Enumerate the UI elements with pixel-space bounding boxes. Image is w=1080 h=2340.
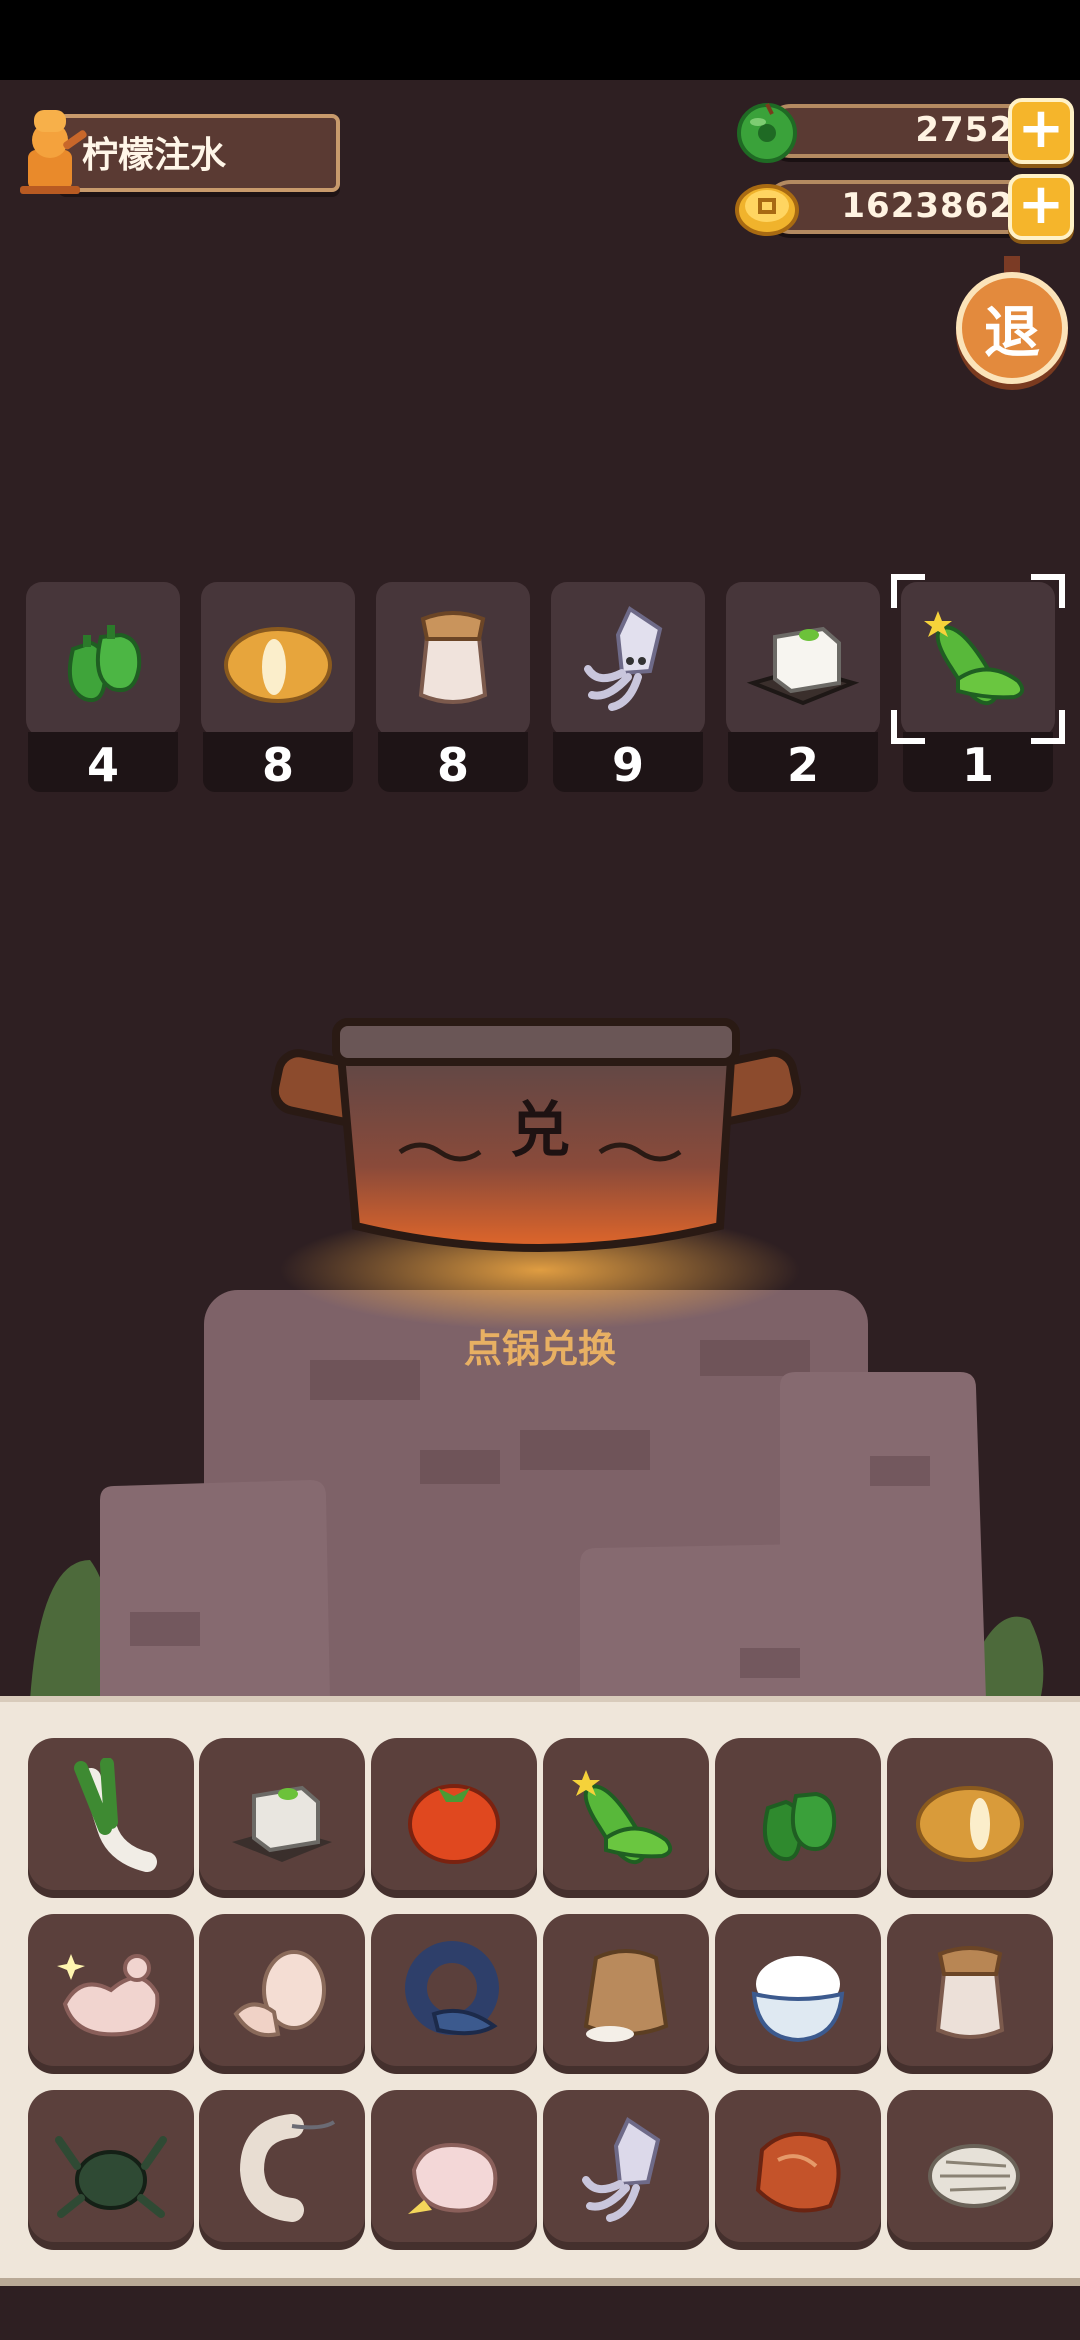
- squid-icon: [582, 2117, 661, 2222]
- slot-count: 8: [261, 738, 294, 792]
- tofu-icon: [232, 1785, 332, 1862]
- inventory-item-cucumber[interactable]: [543, 1738, 709, 1898]
- clam-icon: [928, 2144, 1020, 2208]
- inventory-item-tofu[interactable]: [199, 1738, 365, 1898]
- exit-button[interactable]: 退: [952, 256, 1072, 386]
- slot-count: 1: [961, 738, 994, 792]
- inventory-item-potato[interactable]: [887, 1738, 1053, 1898]
- potato-icon: [224, 627, 332, 703]
- coin-currency: 1623862 +: [734, 174, 1074, 240]
- green-pepper-icon: [763, 1791, 837, 1861]
- inventory-item-duck[interactable]: [371, 2090, 537, 2250]
- tofu-icon: [746, 626, 860, 706]
- status-bar: [0, 0, 1080, 80]
- slot-count: 8: [436, 738, 469, 792]
- egg-icon: [233, 1950, 326, 2037]
- slot-cucumber[interactable]: 1: [891, 574, 1065, 798]
- inventory-item-clam[interactable]: [887, 2090, 1053, 2250]
- jade-amount: 2752: [915, 110, 1014, 150]
- inventory-item-crab[interactable]: [28, 2090, 194, 2250]
- jar-icon: [935, 1946, 1005, 2039]
- slot-green-pepper[interactable]: 4: [26, 582, 180, 798]
- squid-icon: [584, 606, 663, 711]
- player-name: 柠檬注水: [82, 135, 227, 176]
- inventory-item-leek[interactable]: [28, 1738, 194, 1898]
- pot-exchange-label[interactable]: 点锅兑换: [390, 1318, 690, 1373]
- meat-icon: [755, 2132, 841, 2213]
- cucumber-icon: [572, 1770, 673, 1865]
- selection-corner: [1031, 574, 1065, 608]
- crab-icon: [55, 2136, 167, 2218]
- exchange-pot[interactable]: [330, 1040, 750, 1280]
- inventory-item-meat[interactable]: [715, 2090, 881, 2250]
- slot-squid[interactable]: 9: [551, 582, 705, 798]
- jade-currency: 2752 +: [734, 98, 1074, 164]
- game-screen: { "player": { "name": "柠檬注水" }, "currenc…: [0, 0, 1080, 2340]
- inventory-item-flour-sack[interactable]: [543, 1914, 709, 2074]
- chicken-icon: [57, 1954, 160, 2037]
- slot-count: 4: [86, 738, 119, 792]
- green-pepper-icon: [68, 625, 142, 702]
- inventory-item-squid[interactable]: [543, 2090, 709, 2250]
- inventory-item-fish[interactable]: [371, 1914, 537, 2074]
- inventory-item-rice-bowl[interactable]: [715, 1914, 881, 2074]
- exit-label: 退: [984, 300, 1040, 366]
- coin-amount: 1623862: [841, 186, 1014, 226]
- slot-jar[interactable]: 8: [376, 582, 530, 798]
- gold-coin-icon: [735, 184, 799, 236]
- duck-icon: [408, 2143, 498, 2214]
- player-name-tag[interactable]: 柠檬注水: [10, 104, 340, 194]
- inventory-item-egg[interactable]: [199, 1914, 365, 2074]
- slot-potato[interactable]: 8: [201, 582, 355, 798]
- inventory-item-jar[interactable]: [887, 1914, 1053, 2074]
- potato-icon: [916, 1786, 1024, 1862]
- chef-avatar-icon: [20, 110, 87, 194]
- jade-coin-icon: [737, 103, 797, 163]
- slot-count: 2: [786, 738, 819, 792]
- rice-bowl-icon: [751, 1956, 845, 2043]
- selection-corner: [1031, 710, 1065, 744]
- tomato-icon: [408, 1784, 500, 1864]
- cucumber-icon: [924, 611, 1025, 706]
- selection-corner: [891, 710, 925, 744]
- inventory-item-shrimp[interactable]: [199, 2090, 365, 2250]
- add-coins-button[interactable]: +: [1008, 174, 1074, 240]
- slot-count: 9: [611, 738, 644, 792]
- add-jade-button[interactable]: +: [1008, 98, 1074, 164]
- fish-icon: [405, 1941, 499, 2036]
- shrimp-icon: [239, 2114, 336, 2222]
- leek-icon: [74, 1758, 157, 1872]
- flour-sack-icon: [583, 1949, 669, 2042]
- inventory-item-green-pepper[interactable]: [715, 1738, 881, 1898]
- selection-corner: [891, 574, 925, 608]
- inventory-item-tomato[interactable]: [371, 1738, 537, 1898]
- jar-icon: [418, 611, 488, 704]
- slot-tofu[interactable]: 2: [726, 582, 880, 798]
- inventory-item-chicken[interactable]: [28, 1914, 194, 2074]
